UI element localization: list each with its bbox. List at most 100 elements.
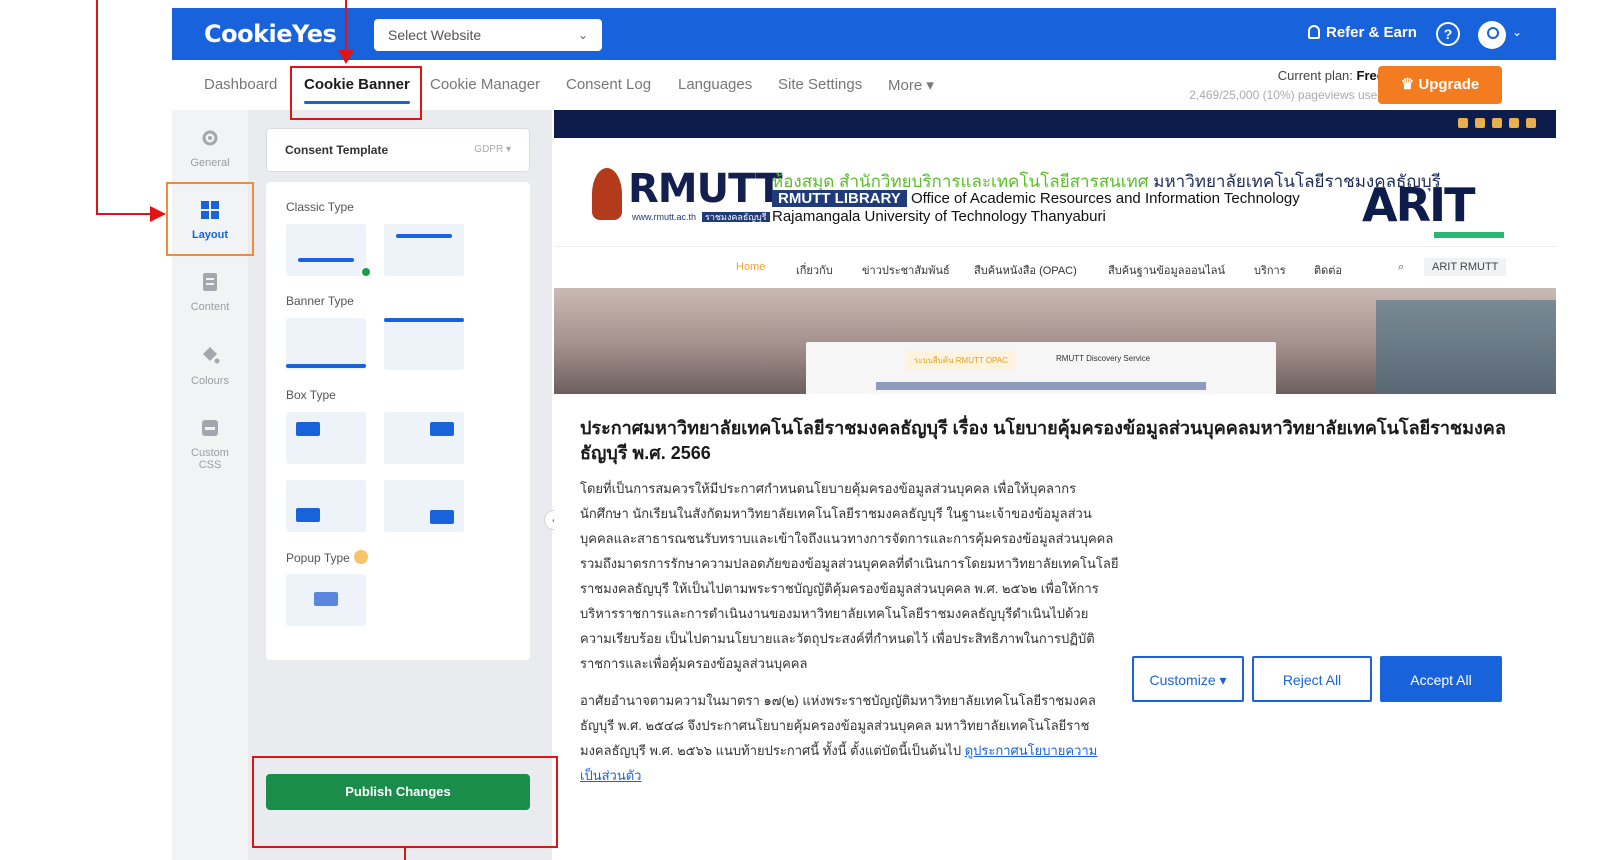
site-menu-databases[interactable]: สืบค้นฐานข้อมูลออนไลน์ (1108, 261, 1225, 279)
upgrade-label: Upgrade (1418, 76, 1480, 93)
user-avatar-icon[interactable] (1478, 21, 1506, 49)
tab-consent-log[interactable]: Consent Log (566, 76, 651, 93)
layout-box-top-left[interactable] (286, 412, 366, 464)
layout-classic-top[interactable] (384, 224, 464, 276)
rmutt-logo: RMUTT (628, 166, 783, 212)
plan-info: Current plan: Free 2,469/25,000 (10%) pa… (1189, 68, 1384, 102)
banner-preview: RMUTT www.rmutt.ac.th ราชมงคลธัญบุรี ห้อง… (554, 110, 1556, 860)
annotation-arrowhead-tab (338, 50, 354, 64)
customize-button[interactable]: Customize ▾ (1132, 656, 1244, 702)
site-menu-arit-rmutt[interactable]: ARIT RMUTT (1424, 258, 1507, 276)
tab-dashboard[interactable]: Dashboard (204, 76, 277, 93)
rmutt-logo-tag: ราชมงคลธัญบุรี (702, 212, 770, 222)
section-box-type: Box Type (286, 388, 336, 402)
section-popup-type: Popup Type (286, 550, 368, 565)
tab-site-settings[interactable]: Site Settings (778, 76, 862, 93)
twitter-icon[interactable] (1475, 118, 1485, 128)
hero-search-title-bar (876, 382, 1206, 390)
layout-preview-box (314, 592, 338, 606)
library-thai-title-green: ห้องสมุด สำนักวิทยบริการและเทคโนโลยีสารส… (772, 172, 1149, 191)
paint-bucket-icon (203, 347, 220, 364)
layout-preview-bar (286, 364, 366, 368)
building-image (1376, 300, 1556, 394)
layout-banner-top[interactable] (384, 318, 464, 370)
library-english-line1: RMUTT LIBRARY Office of Academic Resourc… (772, 190, 1300, 207)
rail-item-general[interactable]: General (172, 128, 248, 169)
rail-label-custom-css: Custom CSS (191, 447, 229, 471)
layout-preview-bar (396, 234, 452, 238)
rail-label-content: Content (190, 301, 230, 313)
refer-earn-link[interactable]: Refer & Earn (1308, 24, 1417, 41)
arit-logo: ARIT (1362, 178, 1476, 232)
tab-more[interactable]: More ▾ (888, 76, 934, 94)
rail-label-colours: Colours (191, 375, 229, 387)
section-classic-type: Classic Type (286, 200, 354, 214)
section-banner-type: Banner Type (286, 294, 354, 308)
consent-template-value: GDPR ▾ (474, 144, 511, 155)
layout-box-top-right[interactable] (384, 412, 464, 464)
annotation-arrow-layout-h (96, 213, 152, 215)
site-topbar (554, 110, 1556, 138)
site-menu: Home เกี่ยวกับ ข่าวประชาสัมพันธ์ สืบค้นห… (554, 246, 1556, 288)
rail-item-content[interactable]: Content (172, 272, 248, 313)
layout-box-bottom-left[interactable] (286, 480, 366, 532)
annotation-arrowhead-layout (150, 206, 166, 222)
site-menu-services[interactable]: บริการ (1254, 261, 1286, 279)
site-menu-news[interactable]: ข่าวประชาสัมพันธ์ (862, 261, 950, 279)
site-menu-home[interactable]: Home (736, 261, 765, 273)
layout-preview-box (296, 422, 320, 436)
refer-earn-label: Refer & Earn (1326, 24, 1417, 41)
accept-all-button[interactable]: Accept All (1380, 656, 1502, 702)
reject-all-button[interactable]: Reject All (1252, 656, 1372, 702)
tab-languages[interactable]: Languages (678, 76, 752, 93)
mail-icon[interactable] (1526, 118, 1536, 128)
site-menu-contact[interactable]: ติดต่อ (1314, 261, 1342, 279)
hero-tab-opac[interactable]: ระบบสืบค้น RMUTT OPAC (906, 351, 1016, 370)
search-icon[interactable]: ⌕ (1398, 261, 1404, 274)
library-english-line2: Rajamangala University of Technology Tha… (772, 208, 1106, 225)
website-select[interactable]: Select Website ⌄ (374, 19, 602, 51)
library-tag: RMUTT LIBRARY (772, 190, 907, 207)
consent-template-select[interactable]: Consent Template GDPR ▾ (266, 128, 530, 172)
banner-paragraph-2: อาศัยอำนาจตามความในมาตรา ๑๗(๒) แห่งพระรา… (580, 688, 1100, 788)
youtube-icon[interactable] (1492, 118, 1502, 128)
layout-type-card: Classic Type Banner Type Box Type Popup … (266, 182, 530, 660)
website-select-value: Select Website (388, 27, 482, 43)
top-bar: CookieYes Select Website ⌄ Refer & Earn … (172, 8, 1556, 60)
layout-classic-bottom[interactable] (286, 224, 372, 278)
banner-title: ประกาศมหาวิทยาลัยเทคโนโลยีราชมงคลธัญบุรี… (580, 418, 1506, 463)
pageviews-usage: 2,469/25,000 (10%) pageviews used (1189, 88, 1384, 102)
facebook-icon[interactable] (1458, 118, 1468, 128)
rail-label-general: General (190, 157, 230, 169)
rail-item-custom-css[interactable]: Custom CSS (172, 418, 248, 471)
rail-item-colours[interactable]: Colours (172, 346, 248, 387)
arit-logo-underline (1434, 232, 1504, 238)
site-hero-image: ระบบสืบค้น RMUTT OPAC RMUTT Discovery Se… (554, 288, 1556, 394)
library-office-name: Office of Academic Resources and Informa… (910, 190, 1300, 207)
annotation-line-publish (404, 848, 406, 860)
gift-icon (1308, 25, 1320, 39)
layout-preview-box (430, 510, 454, 524)
layout-banner-bottom[interactable] (286, 318, 366, 370)
screenshot-stage: CookieYes Select Website ⌄ Refer & Earn … (0, 0, 1600, 860)
layout-preview-bar (298, 258, 354, 262)
site-menu-opac[interactable]: สืบค้นหนังสือ (OPAC) (974, 261, 1077, 279)
site-menu-about[interactable]: เกี่ยวกับ (796, 261, 833, 279)
instagram-icon[interactable] (1509, 118, 1519, 128)
upgrade-button[interactable]: ♛ Upgrade (1378, 66, 1502, 104)
cookieyes-logo[interactable]: CookieYes (204, 20, 337, 48)
annotation-box-publish (252, 756, 558, 848)
hero-tab-discovery[interactable]: RMUTT Discovery Service (1056, 354, 1150, 363)
layout-preview-box (296, 508, 320, 522)
layout-preview-box (430, 422, 454, 436)
help-icon[interactable]: ? (1436, 22, 1460, 46)
plan-label: Current plan: (1277, 68, 1353, 83)
gear-icon (202, 130, 218, 146)
css-icon (202, 420, 218, 436)
rmutt-url: www.rmutt.ac.th ราชมงคลธัญบุรี (632, 210, 770, 224)
tab-cookie-manager[interactable]: Cookie Manager (430, 76, 540, 93)
chevron-down-icon[interactable]: ⌄ (1512, 25, 1522, 39)
layout-popup[interactable] (286, 574, 366, 626)
university-seal-icon (592, 168, 622, 220)
layout-box-bottom-right[interactable] (384, 480, 464, 532)
